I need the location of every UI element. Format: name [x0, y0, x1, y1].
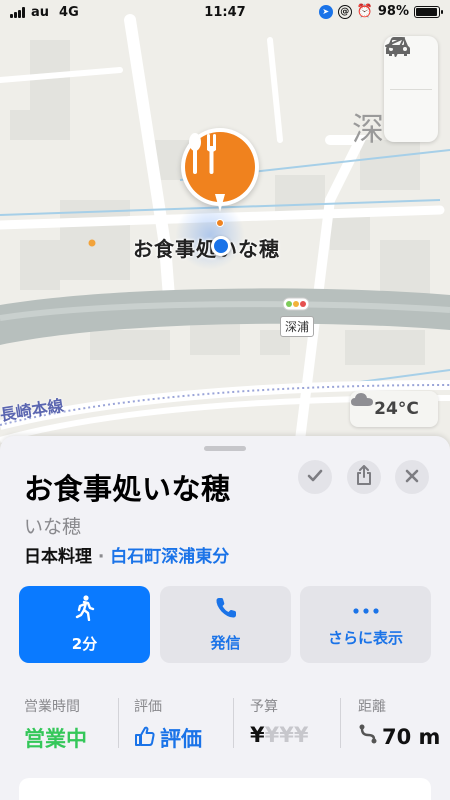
- user-location-dot: [211, 236, 231, 256]
- thumbs-up-icon: [134, 725, 156, 752]
- call-label: 発信: [210, 634, 241, 652]
- close-button[interactable]: [395, 460, 429, 494]
- battery-icon: [414, 5, 443, 18]
- category-line: 日本料理 · 白石町深浦東分: [24, 542, 229, 567]
- more-label: さらに表示: [327, 629, 403, 647]
- distance-info: 距離 70 m: [358, 696, 440, 750]
- status-bar: au 4G 11:47 ➤ @ ⏰ 98%: [0, 0, 450, 26]
- screen-lock-icon: @: [337, 4, 352, 19]
- weather-badge: 24°C: [350, 391, 438, 427]
- battery-percent: 98%: [377, 4, 409, 19]
- share-icon: [356, 465, 372, 489]
- pin-anchor-dot: [216, 219, 224, 227]
- category-label: 日本料理: [24, 547, 92, 567]
- visited-button[interactable]: [298, 460, 332, 494]
- map-controls: [384, 36, 438, 142]
- rating-info[interactable]: 評価 評価: [134, 696, 202, 753]
- call-button[interactable]: 発信: [160, 586, 291, 663]
- directions-label: 2分: [71, 635, 98, 653]
- place-subtitle: いな穂: [24, 516, 82, 538]
- map-place-label[interactable]: お食事処いな穂: [133, 233, 280, 262]
- details-card: [19, 778, 431, 800]
- tracking-button[interactable]: [384, 37, 438, 143]
- map-view[interactable]: 深 深浦 長崎本線 お食事処いな穂 24°C: [0, 0, 450, 460]
- info-divider: [233, 698, 234, 748]
- route-icon: [358, 723, 378, 750]
- hours-heading: 営業時間: [24, 699, 80, 715]
- phone-icon: [214, 596, 238, 624]
- close-icon: [405, 468, 419, 487]
- district-label: 深: [352, 110, 385, 148]
- directions-button[interactable]: 2分: [19, 586, 150, 663]
- checkmark-icon: [307, 468, 323, 487]
- more-icon: [352, 601, 380, 619]
- place-title: お食事処いな穂: [24, 472, 231, 506]
- distance-value: 70 m: [382, 724, 441, 749]
- share-button[interactable]: [347, 460, 381, 494]
- place-card: お食事処いな穂 いな穂 日本料理 · 白石町深浦東分 2分 発信 さらに表示 営…: [0, 436, 450, 800]
- alarm-icon: ⏰: [356, 4, 373, 19]
- budget-active: ¥: [250, 723, 265, 747]
- info-divider: [118, 698, 119, 748]
- area-link[interactable]: 白石町深浦東分: [110, 547, 229, 567]
- fork-knife-icon: [185, 132, 255, 202]
- info-divider: [340, 698, 341, 748]
- rating-value: 評価: [160, 727, 202, 751]
- sheet-grabber[interactable]: [204, 446, 246, 451]
- more-button[interactable]: さらに表示: [300, 586, 431, 663]
- budget-heading: 予算: [250, 699, 278, 715]
- hours-info[interactable]: 営業時間 営業中: [24, 696, 87, 753]
- location-services-icon: ➤: [318, 4, 333, 19]
- walk-icon: [74, 595, 96, 625]
- budget-info: 予算 ¥ ¥¥¥: [250, 696, 308, 747]
- rating-heading: 評価: [134, 699, 162, 715]
- budget-inactive: ¥¥¥: [264, 723, 309, 747]
- category-separator: ·: [92, 547, 111, 567]
- distance-heading: 距離: [358, 699, 386, 715]
- weather-temp: 24°C: [374, 399, 419, 419]
- station-label: 深浦: [280, 316, 315, 337]
- hours-status: 営業中: [24, 727, 87, 751]
